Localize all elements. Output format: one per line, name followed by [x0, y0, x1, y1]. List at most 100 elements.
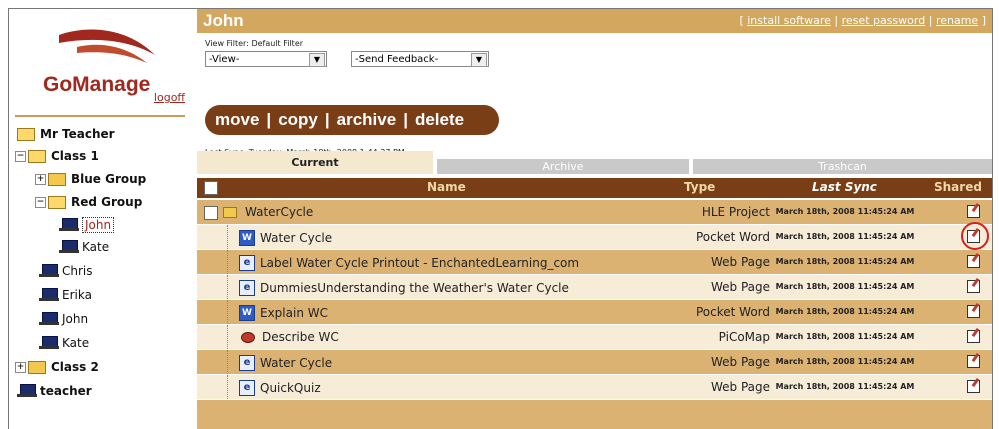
- row-name[interactable]: W Explain WC: [239, 305, 328, 321]
- logoff-link[interactable]: logoff: [154, 91, 185, 104]
- logo: GoManage: [23, 23, 183, 123]
- tree-line: [227, 350, 228, 374]
- expand-icon[interactable]: +: [15, 361, 26, 373]
- row-name-text: Describe WC: [262, 330, 339, 344]
- share-icon[interactable]: [967, 305, 981, 318]
- column-header-shared[interactable]: Shared: [934, 180, 982, 194]
- table-header: Name Type Last Sync Shared: [197, 178, 992, 198]
- web-page-icon: e: [239, 380, 255, 396]
- tree-label: John: [62, 312, 89, 326]
- row-checkbox[interactable]: [204, 206, 218, 220]
- share-icon[interactable]: [967, 330, 981, 343]
- tree-node-class-2[interactable]: + Class 2: [15, 356, 99, 378]
- sidebar: GoManage logoff Mr Teacher − Class 1 + B…: [9, 9, 193, 429]
- tree-node-erika[interactable]: Erika: [39, 284, 92, 306]
- collapse-icon[interactable]: −: [15, 150, 26, 162]
- row-name[interactable]: e DummiesUnderstanding the Weather's Wat…: [239, 280, 569, 296]
- tree-node-mr-teacher[interactable]: Mr Teacher: [17, 123, 115, 145]
- laptop-icon: [39, 264, 59, 278]
- tree-label: Class 1: [51, 149, 99, 163]
- action-separator: |: [324, 110, 330, 129]
- pocket-word-icon: W: [239, 305, 255, 321]
- row-name[interactable]: e Label Water Cycle Printout - Enchanted…: [239, 255, 579, 271]
- row-name[interactable]: Describe WC: [241, 330, 339, 344]
- web-page-icon: e: [239, 355, 255, 371]
- main-panel: John [ install software | reset password…: [197, 9, 992, 429]
- tab-archive[interactable]: Archive: [437, 159, 689, 174]
- row-name-text: DummiesUnderstanding the Weather's Water…: [260, 281, 569, 295]
- copy-button[interactable]: copy: [278, 110, 318, 130]
- view-select[interactable]: -View- ▼: [205, 51, 327, 67]
- laptop-icon: [17, 384, 37, 398]
- column-header-name[interactable]: Name: [427, 180, 466, 194]
- folder-open-icon: [28, 149, 46, 163]
- row-sync: March 18th, 2008 11:45:24 AM: [775, 382, 915, 391]
- tree-line: [227, 375, 228, 399]
- tree-label: teacher: [40, 384, 92, 398]
- tree-line: [227, 275, 228, 299]
- share-icon[interactable]: [967, 355, 981, 368]
- tree-node-john-selected[interactable]: John: [59, 214, 115, 236]
- tree-label: Class 2: [51, 360, 99, 374]
- expand-icon[interactable]: +: [35, 173, 46, 185]
- install-software-link[interactable]: install software: [747, 14, 831, 27]
- laptop-icon: [39, 336, 59, 350]
- tree-label: Erika: [62, 288, 92, 302]
- move-button[interactable]: move: [215, 110, 259, 130]
- tree-label: John: [82, 217, 115, 233]
- reset-password-link[interactable]: reset password: [842, 14, 926, 27]
- tree-node-teacher[interactable]: teacher: [17, 380, 92, 402]
- table-row[interactable]: e Label Water Cycle Printout - Enchanted…: [197, 250, 992, 274]
- bracket-close: ]: [981, 14, 986, 27]
- row-name[interactable]: e Water Cycle: [239, 355, 332, 371]
- bracket-open: [: [739, 14, 744, 27]
- view-select-value: -View-: [209, 54, 240, 65]
- tree-line: [227, 250, 228, 274]
- tree-node-chris[interactable]: Chris: [39, 260, 93, 282]
- column-header-type[interactable]: Type: [684, 180, 715, 194]
- row-name[interactable]: WaterCycle: [223, 205, 313, 219]
- view-filter-label: View Filter: Default Filter: [205, 39, 304, 48]
- row-name[interactable]: W Water Cycle: [239, 230, 332, 246]
- select-all-checkbox[interactable]: [204, 181, 218, 195]
- tab-trashcan[interactable]: Trashcan: [693, 159, 992, 174]
- row-name-text: Water Cycle: [260, 231, 333, 245]
- table-row[interactable]: W Water Cycle Pocket Word March 18th, 20…: [197, 222, 992, 250]
- table-row[interactable]: e QuickQuiz Web Page March 18th, 2008 11…: [197, 375, 992, 399]
- share-icon[interactable]: [967, 380, 981, 393]
- table-row[interactable]: WaterCycle HLE Project March 18th, 2008 …: [197, 200, 992, 224]
- row-name[interactable]: e QuickQuiz: [239, 380, 321, 396]
- tree-label: Kate: [62, 336, 90, 350]
- table-row[interactable]: e Water Cycle Web Page March 18th, 2008 …: [197, 350, 992, 374]
- logo-swoosh-icon: [59, 29, 155, 63]
- web-page-icon: e: [239, 280, 255, 296]
- folder-icon: [48, 172, 66, 186]
- share-icon[interactable]: [967, 280, 981, 293]
- tree-node-john[interactable]: John: [39, 308, 88, 330]
- row-sync: March 18th, 2008 11:45:24 AM: [775, 357, 915, 366]
- row-sync: March 18th, 2008 11:45:24 AM: [775, 332, 915, 341]
- tree-node-blue-group[interactable]: + Blue Group: [35, 168, 146, 190]
- table-row[interactable]: W Explain WC Pocket Word March 18th, 200…: [197, 300, 992, 324]
- row-name-text: WaterCycle: [245, 205, 314, 219]
- tree-node-kate-group[interactable]: Kate: [59, 236, 109, 258]
- folder-icon: [28, 360, 46, 374]
- share-icon[interactable]: [967, 205, 981, 218]
- rename-link[interactable]: rename: [936, 14, 978, 27]
- tree-label: Chris: [62, 264, 93, 278]
- table-row[interactable]: Describe WC PiCoMap March 18th, 2008 11:…: [197, 325, 992, 349]
- row-sync: March 18th, 2008 11:45:24 AM: [775, 232, 915, 241]
- share-icon[interactable]: [967, 255, 981, 268]
- row-sync: March 18th, 2008 11:45:24 AM: [775, 207, 915, 216]
- tree-node-kate[interactable]: Kate: [39, 332, 89, 354]
- tree-node-class-1[interactable]: − Class 1: [15, 145, 99, 167]
- collapse-icon[interactable]: −: [35, 196, 46, 208]
- send-feedback-select[interactable]: -Send Feedback- ▼: [351, 51, 489, 67]
- delete-button[interactable]: delete: [415, 110, 464, 130]
- archive-button[interactable]: archive: [337, 110, 397, 130]
- tree-node-red-group[interactable]: − Red Group: [35, 191, 142, 213]
- tab-current[interactable]: Current: [197, 151, 433, 174]
- column-header-last-sync[interactable]: Last Sync: [812, 180, 877, 194]
- action-separator: |: [266, 110, 272, 129]
- table-row[interactable]: e DummiesUnderstanding the Weather's Wat…: [197, 275, 992, 299]
